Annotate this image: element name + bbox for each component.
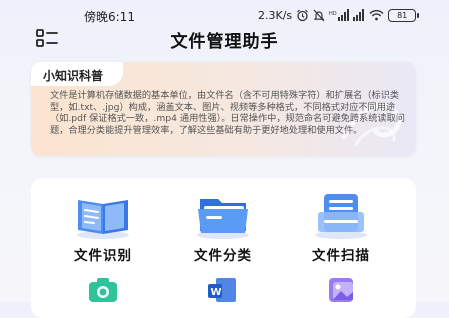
book-icon (77, 200, 129, 239)
svg-text:HD: HD (329, 11, 337, 17)
document-scan-icon (315, 194, 367, 239)
alarm-icon (297, 9, 309, 21)
tip-header-tab: 小知识科普 (31, 62, 123, 86)
signal-icon (353, 9, 365, 21)
camera-icon[interactable] (87, 276, 119, 302)
tip-title: 小知识科普 (43, 69, 104, 83)
status-bar: 傍晚6:11 2.3K/s HD 81 (0, 0, 449, 30)
word-document-icon[interactable]: W (206, 276, 238, 302)
status-icons: 2.3K/s HD 81 (258, 7, 420, 23)
image-icon[interactable] (325, 276, 357, 302)
tool-label: 文件识别 (74, 248, 132, 264)
tool-file-recognition[interactable]: 文件识别 (63, 190, 143, 264)
signal-hd-icon: HD (329, 9, 350, 21)
folder-icon (197, 199, 249, 239)
mute-icon (313, 9, 325, 21)
network-speed: 2.3K/s (258, 8, 293, 22)
battery-indicator: 81 (388, 8, 420, 22)
tip-text: 文件是计算机存储数据的基本单位，由文件名（含不可用特殊字符）和扩展名（标识类型，… (50, 90, 405, 136)
wifi-icon (369, 10, 384, 21)
tool-file-classification[interactable]: 文件分类 (183, 190, 263, 264)
page-title: 文件管理助手 (170, 32, 279, 52)
status-time: 傍晚6:11 (84, 10, 135, 24)
tool-label: 文件扫描 (312, 248, 370, 264)
tool-file-scan[interactable]: 文件扫描 (301, 190, 381, 264)
tools-card: 文件识别 文件分类 文件扫描 W (31, 178, 416, 318)
knowledge-tip-card: 小知识科普 文件是计算机存储数据的基本单位，由文件名（含不可用特殊字符）和扩展名… (31, 62, 416, 156)
svg-text:W: W (211, 287, 222, 298)
tool-label: 文件分类 (194, 248, 252, 264)
